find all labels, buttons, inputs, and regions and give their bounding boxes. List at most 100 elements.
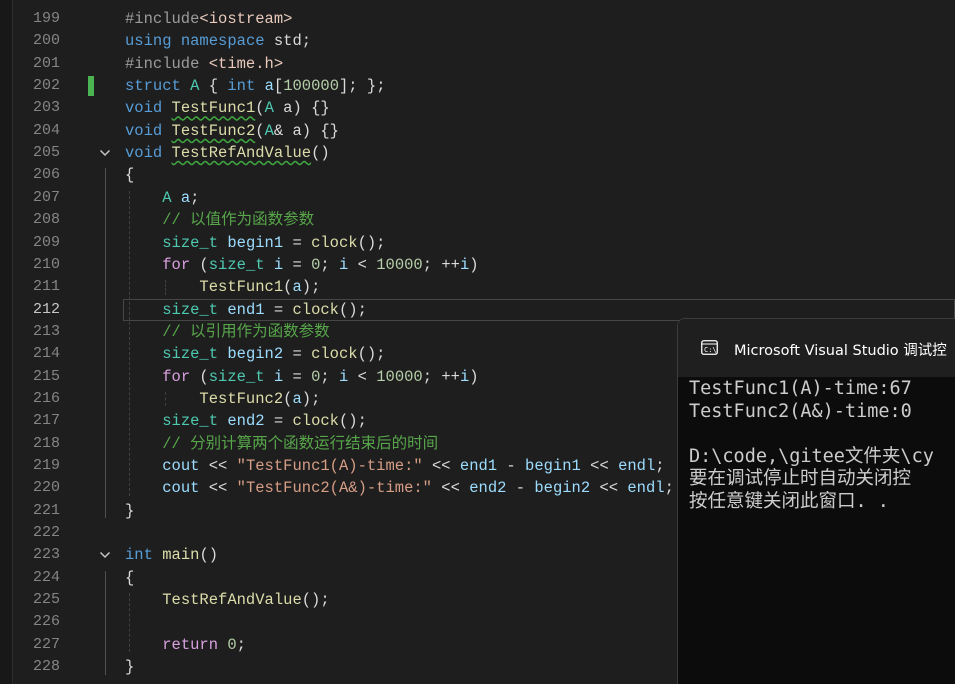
fold-chevron-icon[interactable] <box>98 146 112 160</box>
code-text[interactable]: return 0; <box>125 635 246 655</box>
code-token: ; <box>320 255 339 274</box>
line-number: 219 <box>32 457 60 474</box>
code-text[interactable]: for (size_t i = 0; i < 10000; ++i) <box>125 367 479 387</box>
code-token: for <box>162 367 191 386</box>
code-text[interactable]: void TestRefAndValue() <box>125 143 330 163</box>
code-text[interactable]: cout << "TestFunc2(A&)-time:" << end2 - … <box>125 478 674 498</box>
code-text[interactable]: } <box>125 501 134 521</box>
code-line[interactable]: 209 size_t begin1 = clock(); <box>0 232 955 254</box>
line-number: 206 <box>32 166 60 184</box>
code-text[interactable]: } <box>125 657 134 677</box>
code-token: - <box>497 457 526 475</box>
code-text[interactable]: size_t begin2 = clock(); <box>125 344 385 364</box>
code-token: <iostream> <box>199 10 293 28</box>
line-number: 226 <box>32 613 60 631</box>
code-token: end2 <box>227 412 265 431</box>
code-text[interactable]: size_t end2 = clock(); <box>125 411 367 431</box>
code-line[interactable]: 207 A a; <box>0 187 955 209</box>
code-token: ) <box>469 367 479 386</box>
debug-console-window[interactable]: C:\ Microsoft Visual Studio 调试控 TestFunc… <box>677 318 955 684</box>
code-token: TestFunc2 <box>199 389 284 408</box>
code-token: endl <box>618 457 656 475</box>
code-text[interactable]: cout << "TestFunc1(A)-time:" << end1 - b… <box>125 456 665 476</box>
code-token: = <box>283 233 312 252</box>
code-token: clock <box>311 233 358 252</box>
code-token: int <box>125 546 153 565</box>
code-token: struct <box>125 77 181 96</box>
code-text[interactable]: for (size_t i = 0; i < 10000; ++i) <box>125 255 478 275</box>
code-text[interactable]: using namespace std; <box>125 31 311 51</box>
code-token: void <box>125 144 163 163</box>
code-text[interactable]: { <box>125 165 134 185</box>
code-line[interactable]: 208 // 以值作为函数参数 <box>0 209 955 231</box>
code-token: ( <box>255 121 265 140</box>
code-token: a <box>292 278 302 297</box>
fold-region-guide <box>105 168 106 519</box>
console-titlebar[interactable]: C:\ Microsoft Visual Studio 调试控 <box>678 319 955 377</box>
code-token: ]; }; <box>339 77 386 96</box>
code-text[interactable]: // 分别计算两个函数运行结束后的时间 <box>125 434 438 454</box>
code-editor[interactable]: 199 #include<iostream> 200 using namespace … <box>0 0 955 684</box>
code-text[interactable]: void TestFunc2(A& a) {} <box>125 121 339 141</box>
code-token: ); <box>301 278 321 297</box>
code-token: namespace <box>180 32 265 51</box>
code-token: << <box>422 457 460 475</box>
code-token: size_t <box>162 412 219 431</box>
code-token: ( <box>190 367 209 386</box>
indent-guide <box>129 190 130 496</box>
code-line[interactable]: 201 #include <time.h> <box>0 53 955 75</box>
line-number: 223 <box>32 546 60 564</box>
line-number: 220 <box>32 479 60 497</box>
code-text[interactable]: size_t begin1 = clock(); <box>125 233 385 253</box>
code-text[interactable]: // 以值作为函数参数 <box>125 210 314 230</box>
fold-chevron-icon[interactable] <box>98 548 112 562</box>
code-token: a) {} <box>273 99 330 118</box>
code-text[interactable]: TestFunc1(a); <box>125 277 320 297</box>
code-text[interactable]: TestRefAndValue(); <box>125 590 329 610</box>
code-token: TestFunc1 <box>171 99 256 118</box>
code-line[interactable]: 202 struct A { int a[100000]; }; <box>0 75 955 97</box>
code-text[interactable]: A a; <box>125 188 199 208</box>
code-line[interactable]: 203 void TestFunc1(A a) {} <box>0 97 955 119</box>
line-number: 215 <box>32 367 60 385</box>
code-text[interactable]: #include <time.h> <box>125 54 283 74</box>
code-line[interactable]: 205 void TestRefAndValue() <box>0 142 955 164</box>
code-text[interactable]: // 以引用作为函数参数 <box>125 322 329 342</box>
line-number: 207 <box>32 188 60 206</box>
code-token: ; <box>655 457 665 475</box>
code-line[interactable]: 210 for (size_t i = 0; i < 10000; ++i) <box>0 254 955 276</box>
code-token: (); <box>357 233 386 252</box>
line-number: 227 <box>32 635 60 653</box>
code-text[interactable]: struct A { int a[100000]; }; <box>125 76 386 96</box>
code-text[interactable]: { <box>125 568 134 588</box>
code-line[interactable]: 199 #include<iostream> <box>0 8 955 30</box>
line-number: 213 <box>32 322 60 340</box>
code-token: () <box>311 144 330 163</box>
code-text[interactable]: TestFunc2(a); <box>125 389 320 409</box>
code-token: () <box>199 546 219 565</box>
code-token: << <box>199 457 237 475</box>
code-line[interactable]: 200 using namespace std; <box>0 30 955 52</box>
code-token: ; <box>236 635 246 654</box>
code-text[interactable]: void TestFunc1(A a) {} <box>125 98 330 118</box>
code-line[interactable]: 206 { <box>0 164 955 186</box>
code-text[interactable]: #include<iostream> <box>125 9 292 29</box>
line-number: 208 <box>32 211 60 229</box>
code-line[interactable]: 211 TestFunc1(a); <box>0 276 955 298</box>
code-token: for <box>162 255 191 274</box>
code-token: // 分别计算两个函数运行结束后的时间 <box>162 434 439 453</box>
code-token: #include <box>125 10 200 28</box>
code-token: begin2 <box>227 345 284 364</box>
line-number: 203 <box>32 99 60 117</box>
code-line[interactable]: 204 void TestFunc2(A& a) {} <box>0 120 955 142</box>
code-token: { <box>199 77 228 96</box>
line-number: 209 <box>32 233 60 251</box>
code-text[interactable]: int main() <box>125 545 218 565</box>
line-number: 217 <box>32 412 60 430</box>
